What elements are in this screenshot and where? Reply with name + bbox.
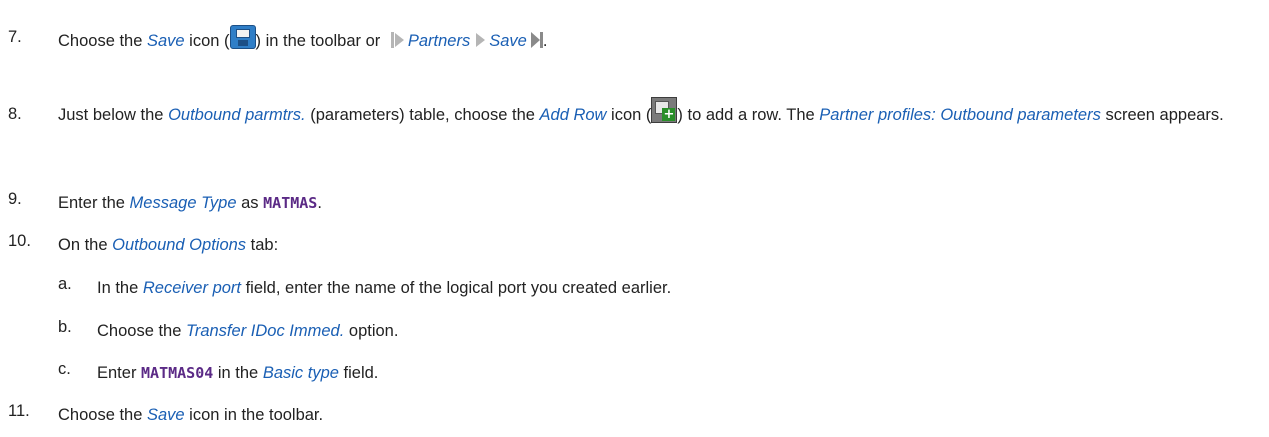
text: Choose the (97, 322, 186, 340)
save-menu-term: Save (489, 32, 527, 50)
menu-path-end-icon (530, 31, 540, 48)
text: Enter (97, 364, 142, 382)
text: icon ( (606, 106, 652, 124)
text: ) in the toolbar or (255, 32, 385, 50)
text: Just below the (58, 106, 169, 124)
text: in the (213, 364, 263, 382)
code-value: MATMAS04 (141, 364, 214, 382)
text: icon in the toolbar. (184, 406, 324, 424)
outbound-parmtrs-term: Outbound parmtrs. (168, 106, 306, 124)
step-text: Choose the Save icon in the toolbar. (58, 402, 1255, 428)
step-text: Just below the Outbound parmtrs. (parame… (58, 96, 1255, 131)
text: On the (58, 236, 113, 254)
menu-path-start-icon (390, 31, 394, 48)
receiver-port-term: Receiver port (142, 279, 241, 297)
text: . (317, 194, 322, 212)
code-value: MATMAS (263, 194, 318, 212)
text: icon ( (184, 32, 230, 50)
add-row-term: Add Row (539, 106, 607, 124)
menu-path-arrow-icon (476, 32, 486, 47)
text: field. (338, 364, 379, 382)
add-row-icon: + (651, 96, 678, 123)
step-number: 9. (8, 190, 22, 208)
step-number: 7. (8, 28, 22, 46)
step-text: Choose the Save icon ( ) in the toolbar o… (58, 24, 1255, 54)
save-icon (229, 24, 256, 49)
text: as (236, 194, 264, 212)
text: In the (97, 279, 143, 297)
menu-path-arrow-icon (394, 32, 404, 47)
text: tab: (246, 236, 279, 254)
text: ) to add a row. The (677, 106, 820, 124)
step-number: 8. (8, 105, 22, 123)
text: field, enter the name of the logical por… (241, 279, 672, 297)
text: option. (344, 322, 399, 340)
substep-letter: c. (58, 360, 71, 378)
substep-letter: a. (58, 275, 72, 293)
text: . (542, 32, 548, 50)
step-number: 10. (8, 232, 31, 250)
screen-name-term: Partner profiles: Outbound parameters (819, 106, 1101, 124)
partners-menu-term: Partners (407, 32, 471, 50)
step-number: 11. (8, 402, 30, 420)
substep-letter: b. (58, 318, 72, 336)
save-term: Save (146, 406, 185, 424)
basic-type-term: Basic type (262, 364, 339, 382)
substep-text: Enter MATMAS04 in the Basic type field. (97, 360, 1255, 386)
text: Choose the (58, 406, 147, 424)
text: screen appears. (1100, 106, 1224, 124)
transfer-idoc-term: Transfer IDoc Immed. (185, 322, 345, 340)
step-text: On the Outbound Options tab: (58, 232, 1255, 258)
save-term: Save (146, 32, 185, 50)
substep-text: In the Receiver port field, enter the na… (97, 275, 1255, 301)
step-text: Enter the Message Type as MATMAS. (58, 190, 1255, 216)
outbound-options-tab-term: Outbound Options (112, 236, 247, 254)
substep-text: Choose the Transfer IDoc Immed. option. (97, 318, 1255, 344)
text: Enter the (58, 194, 130, 212)
message-type-term: Message Type (129, 194, 237, 212)
text: (parameters) table, choose the (305, 106, 540, 124)
text: Choose the (58, 32, 147, 50)
menu-path-end-bar-icon (539, 31, 543, 48)
